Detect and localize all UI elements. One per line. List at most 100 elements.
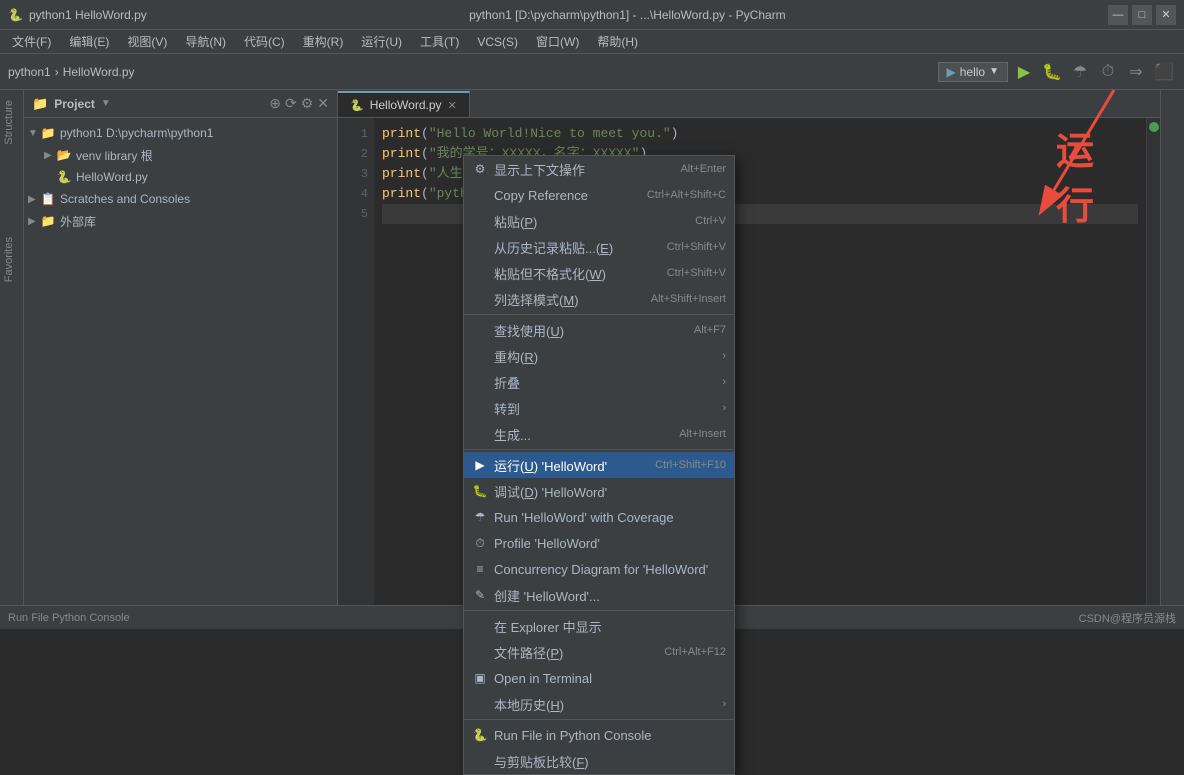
panel-sync-button[interactable]: ⟳ bbox=[285, 95, 297, 112]
ctx-item-run-python-console[interactable]: 🐍Run File in Python Console bbox=[464, 722, 734, 748]
ctx-item-generate[interactable]: 生成...Alt+Insert bbox=[464, 421, 734, 447]
menu-view[interactable]: 视图(V) bbox=[119, 31, 175, 52]
maximize-button[interactable]: □ bbox=[1132, 5, 1152, 25]
menu-edit[interactable]: 编辑(E) bbox=[61, 31, 117, 52]
panel-close-button[interactable]: ✕ bbox=[317, 95, 329, 112]
ctx-item-paste-history[interactable]: 从历史记录粘贴...(E) Ctrl+Shift+V bbox=[464, 234, 734, 260]
menu-help[interactable]: 帮助(H) bbox=[589, 31, 646, 52]
ctx-item-compare[interactable]: 与剪贴板比较(F) bbox=[464, 748, 734, 774]
scratches-icon: 📋 bbox=[40, 191, 56, 207]
context-menu: ⚙显示上下文操作Alt+EnterCopy ReferenceCtrl+Alt+… bbox=[463, 155, 735, 775]
ctx-item-left-col-select: 列选择模式(M) bbox=[472, 290, 579, 309]
ctx-item-find-usages[interactable]: 查找使用(U)Alt+F7 bbox=[464, 317, 734, 343]
ctx-icon-goto bbox=[472, 400, 488, 416]
status-run-console[interactable]: Run File Python Console bbox=[8, 612, 130, 624]
run-button[interactable]: ▶ bbox=[1012, 60, 1036, 84]
ctx-item-concurrency[interactable]: ≡ Concurrency Diagram for 'HelloWord' bbox=[464, 556, 734, 582]
ctx-item-open-terminal[interactable]: ▣Open in Terminal bbox=[464, 665, 734, 691]
coverage-button[interactable]: ☂ bbox=[1068, 60, 1092, 84]
profile-button[interactable]: ⏱ bbox=[1096, 60, 1120, 84]
ctx-shortcut-paste-history: Ctrl+Shift+V bbox=[667, 241, 726, 253]
tab-close-icon[interactable]: ✕ bbox=[448, 99, 457, 112]
ctx-item-show-explorer[interactable]: 在 Explorer 中显示 bbox=[464, 613, 734, 639]
tree-item-external[interactable]: ▶ 📁 外部库 bbox=[24, 210, 337, 232]
ctx-item-run-helloword[interactable]: ▶运行(U) 'HelloWord'Ctrl+Shift+F10 bbox=[464, 452, 734, 478]
menu-tools[interactable]: 工具(T) bbox=[412, 31, 467, 52]
ctx-label-concurrency: Concurrency Diagram for 'HelloWord' bbox=[494, 562, 708, 577]
ctx-item-paste[interactable]: 粘贴(P)Ctrl+V bbox=[464, 208, 734, 234]
minimize-button[interactable]: — bbox=[1108, 5, 1128, 25]
menu-navigate[interactable]: 导航(N) bbox=[177, 31, 234, 52]
tree-arrow-root: ▼ bbox=[28, 128, 40, 139]
ctx-icon-concurrency: ≡ bbox=[472, 561, 488, 577]
run-config-name: hello bbox=[960, 65, 985, 79]
tree-item-root[interactable]: ▼ 📁 python1 D:\pycharm\python1 bbox=[24, 122, 337, 144]
left-tab-favorites[interactable]: Favorites bbox=[1, 231, 23, 288]
editor-content: 1 2 3 4 5 print("Hello World!Nice to mee… bbox=[338, 118, 1160, 605]
menu-refactor[interactable]: 重构(R) bbox=[295, 31, 352, 52]
build-button[interactable]: ⇒ bbox=[1124, 60, 1148, 84]
ctx-icon-run-helloword: ▶ bbox=[472, 457, 488, 473]
menu-file[interactable]: 文件(F) bbox=[4, 31, 59, 52]
breadcrumb-sep: › bbox=[55, 65, 59, 79]
stop-button[interactable]: ⬛ bbox=[1152, 60, 1176, 84]
editor-area: 🐍 HelloWord.py ✕ 1 2 3 4 5 print("Hello … bbox=[338, 90, 1160, 605]
tree-item-venv[interactable]: ▶ 📂 venv library 根 bbox=[24, 144, 337, 166]
ctx-label-paste-history: 从历史记录粘贴...(E) bbox=[494, 238, 613, 257]
ctx-separator bbox=[464, 449, 734, 450]
tree-label-helloword: HelloWord.py bbox=[76, 170, 148, 184]
ctx-item-left-open-terminal: ▣Open in Terminal bbox=[472, 670, 592, 686]
panel-settings-button[interactable]: ⚙ bbox=[301, 95, 314, 112]
ctx-icon-paste-plain bbox=[472, 265, 488, 281]
panel-add-button[interactable]: ⊕ bbox=[269, 95, 281, 112]
ctx-item-fold[interactable]: 折叠› bbox=[464, 369, 734, 395]
title-center: python1 [D:\pycharm\python1] - ...\Hello… bbox=[469, 8, 786, 22]
ctx-label-local-history: 本地历史(H) bbox=[494, 695, 564, 714]
ctx-item-left-debug-helloword: 🐛调试(D) 'HelloWord' bbox=[472, 482, 607, 501]
ctx-item-file-path[interactable]: 文件路径(P)Ctrl+Alt+F12 bbox=[464, 639, 734, 665]
run-config-selector[interactable]: ▶ hello ▼ bbox=[938, 62, 1009, 82]
ctx-item-paste-plain[interactable]: 粘贴但不格式化(W)Ctrl+Shift+V bbox=[464, 260, 734, 286]
ctx-item-refactor[interactable]: 重构(R)› bbox=[464, 343, 734, 369]
menu-run[interactable]: 运行(U) bbox=[353, 31, 410, 52]
tab-py-icon: 🐍 bbox=[350, 99, 364, 112]
status-copyright: CSDN@程序员源栈 bbox=[1079, 610, 1176, 626]
ctx-item-left-profile: ⏱Profile 'HelloWord' bbox=[472, 535, 600, 551]
ctx-icon-paste bbox=[472, 213, 488, 229]
ctx-separator bbox=[464, 314, 734, 315]
ctx-item-col-select[interactable]: 列选择模式(M)Alt+Shift+Insert bbox=[464, 286, 734, 312]
ctx-icon-paste-history bbox=[472, 239, 488, 255]
line-numbers: 1 2 3 4 5 bbox=[338, 118, 374, 605]
editor-tab-helloword[interactable]: 🐍 HelloWord.py ✕ bbox=[338, 91, 470, 117]
status-left: Run File Python Console bbox=[8, 612, 130, 624]
gutter-ok-indicator bbox=[1149, 122, 1159, 132]
ctx-icon-file-path bbox=[472, 644, 488, 660]
ctx-separator bbox=[464, 719, 734, 720]
ctx-item-goto[interactable]: 转到› bbox=[464, 395, 734, 421]
close-button[interactable]: ✕ bbox=[1156, 5, 1176, 25]
ctx-item-debug-helloword[interactable]: 🐛调试(D) 'HelloWord' bbox=[464, 478, 734, 504]
run-config-icon: ▶ bbox=[947, 65, 956, 79]
debug-button[interactable]: 🐛 bbox=[1040, 60, 1064, 84]
tree-item-scratches[interactable]: ▶ 📋 Scratches and Consoles bbox=[24, 188, 337, 210]
ctx-label-profile: Profile 'HelloWord' bbox=[494, 536, 600, 551]
toolbar: python1 › HelloWord.py ▶ hello ▼ ▶ 🐛 ☂ ⏱… bbox=[0, 54, 1184, 90]
ctx-item-show-context[interactable]: ⚙显示上下文操作Alt+Enter bbox=[464, 156, 734, 182]
menu-vcs[interactable]: VCS(S) bbox=[469, 33, 526, 51]
ctx-label-copy-reference: Copy Reference bbox=[494, 188, 588, 203]
ctx-icon-create-config: ✎ bbox=[472, 587, 488, 603]
tree-label-venv: venv library 根 bbox=[76, 147, 153, 164]
menu-window[interactable]: 窗口(W) bbox=[528, 31, 587, 52]
ctx-item-left-local-history: 本地历史(H) bbox=[472, 695, 564, 714]
ctx-item-left-paste-plain: 粘贴但不格式化(W) bbox=[472, 264, 606, 283]
ctx-item-run-coverage[interactable]: ☂Run 'HelloWord' with Coverage bbox=[464, 504, 734, 530]
tree-item-helloword[interactable]: 🐍 HelloWord.py bbox=[24, 166, 337, 188]
left-tab-structure[interactable]: Structure bbox=[1, 94, 23, 151]
ctx-item-copy-reference[interactable]: Copy ReferenceCtrl+Alt+Shift+C bbox=[464, 182, 734, 208]
ctx-item-profile[interactable]: ⏱Profile 'HelloWord' bbox=[464, 530, 734, 556]
ctx-item-create-config[interactable]: ✎创建 'HelloWord'... bbox=[464, 582, 734, 608]
ctx-item-local-history[interactable]: 本地历史(H) › bbox=[464, 691, 734, 717]
ctx-arrow-local-history: › bbox=[722, 698, 726, 710]
ctx-label-paste: 粘贴(P) bbox=[494, 212, 537, 231]
menu-code[interactable]: 代码(C) bbox=[236, 31, 293, 52]
